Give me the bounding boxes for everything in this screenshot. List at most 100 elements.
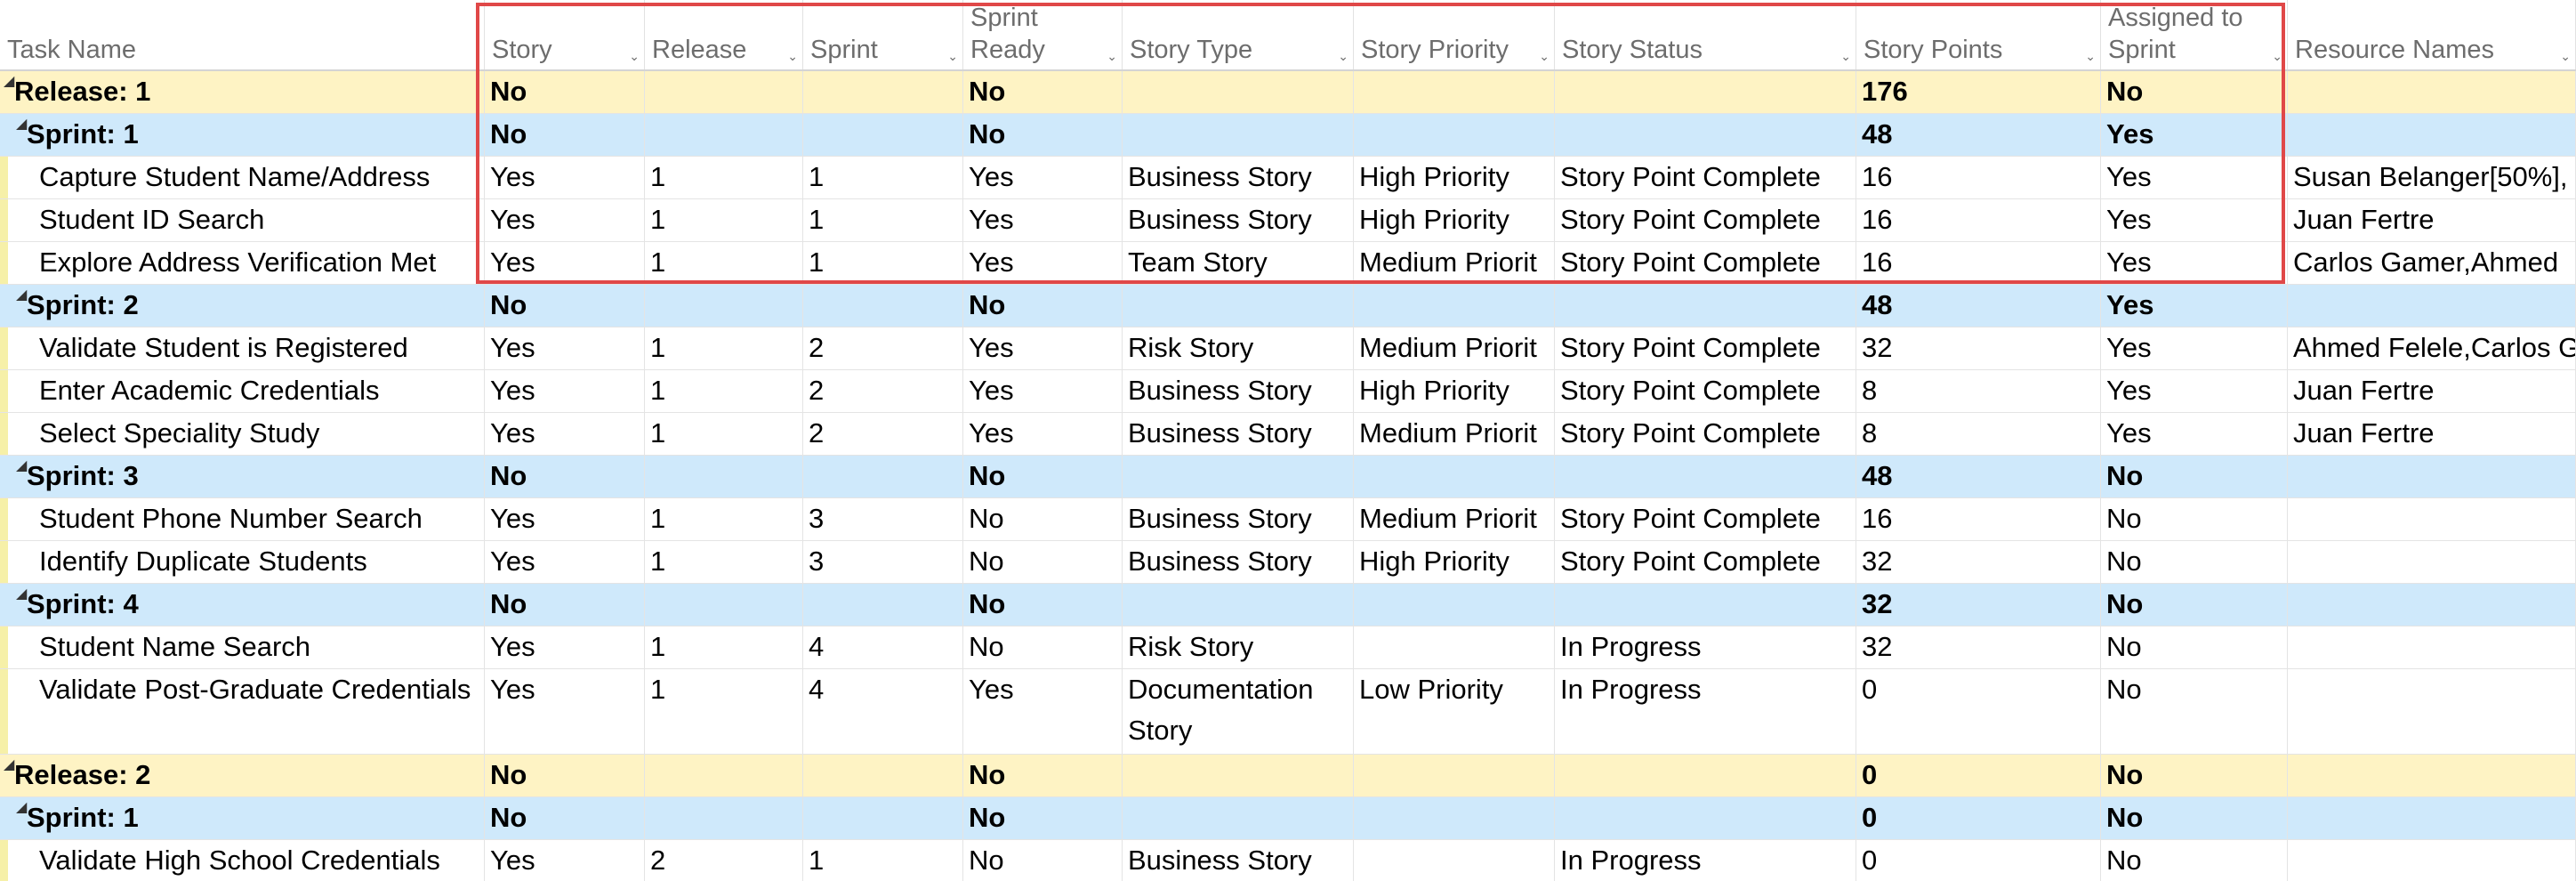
column-header-assigned[interactable]: Assigned to Sprint ⌄	[2101, 0, 2288, 71]
cell-task[interactable]: ◢ Sprint: 3	[0, 456, 485, 497]
cell-task[interactable]: Capture Student Name/Address	[0, 157, 485, 198]
cell-priority[interactable]	[1354, 456, 1555, 497]
cell-resources[interactable]	[2288, 669, 2576, 754]
cell-type[interactable]: Business Story	[1123, 157, 1354, 198]
sprint-summary-row[interactable]: ◢ Sprint: 4 No No 32 No	[0, 584, 2576, 626]
cell-priority[interactable]: Medium Priorit	[1354, 498, 1555, 540]
cell-priority[interactable]	[1354, 285, 1555, 327]
cell-assigned[interactable]: Yes	[2101, 413, 2288, 455]
cell-release[interactable]: 1	[645, 626, 803, 668]
cell-priority[interactable]: Low Priority	[1354, 669, 1555, 754]
cell-points[interactable]: 48	[1856, 456, 2101, 497]
cell-task[interactable]: Validate Post-Graduate Credentials	[0, 669, 485, 754]
task-row[interactable]: Validate High School Credentials Yes 2 1 No B…	[0, 840, 2576, 881]
cell-assigned[interactable]: No	[2101, 456, 2288, 497]
cell-resources[interactable]	[2288, 584, 2576, 626]
column-header-story[interactable]: Story ⌄	[485, 0, 645, 71]
cell-sprint[interactable]	[803, 456, 963, 497]
cell-story[interactable]: Yes	[485, 370, 645, 412]
task-row[interactable]: Explore Address Verification Met Yes 1 1 Yes…	[0, 242, 2576, 285]
cell-resources[interactable]: Juan Fertre	[2288, 413, 2576, 455]
cell-points[interactable]: 16	[1856, 199, 2101, 241]
cell-type[interactable]: Documentation Story	[1123, 669, 1354, 754]
column-header-status[interactable]: Story Status ⌄	[1555, 0, 1856, 71]
column-menu-arrow-icon[interactable]: ⌄	[2272, 50, 2282, 62]
cell-sprint[interactable]	[803, 114, 963, 156]
cell-resources[interactable]	[2288, 541, 2576, 583]
cell-ready[interactable]: No	[963, 114, 1123, 156]
cell-status[interactable]: In Progress	[1555, 626, 1856, 668]
cell-resources[interactable]: Juan Fertre	[2288, 370, 2576, 412]
cell-assigned[interactable]: No	[2101, 626, 2288, 668]
cell-story[interactable]: No	[485, 755, 645, 796]
cell-story[interactable]: Yes	[485, 626, 645, 668]
cell-task[interactable]: Student ID Search	[0, 199, 485, 241]
cell-assigned[interactable]: No	[2101, 669, 2288, 754]
cell-priority[interactable]	[1354, 797, 1555, 839]
cell-status[interactable]	[1555, 71, 1856, 113]
cell-release[interactable]: 1	[645, 541, 803, 583]
cell-assigned[interactable]: No	[2101, 840, 2288, 881]
cell-ready[interactable]: Yes	[963, 327, 1123, 369]
column-menu-arrow-icon[interactable]: ⌄	[2085, 50, 2096, 62]
cell-type[interactable]: Business Story	[1123, 541, 1354, 583]
sprint-summary-row[interactable]: ◢ Sprint: 1 No No 48 Yes	[0, 114, 2576, 157]
column-menu-arrow-icon[interactable]: ⌄	[1107, 50, 1117, 62]
release-summary-row[interactable]: ◢ Release: 2 No No 0 No	[0, 755, 2576, 797]
cell-story[interactable]: Yes	[485, 242, 645, 284]
cell-points[interactable]: 0	[1856, 840, 2101, 881]
cell-ready[interactable]: No	[963, 626, 1123, 668]
cell-release[interactable]	[645, 797, 803, 839]
cell-release[interactable]: 1	[645, 327, 803, 369]
cell-task[interactable]: Explore Address Verification Met	[0, 242, 485, 284]
cell-status[interactable]: Story Point Complete	[1555, 498, 1856, 540]
task-row[interactable]: Student ID Search Yes 1 1 Yes Business Story H…	[0, 199, 2576, 242]
task-row[interactable]: Enter Academic Credentials Yes 1 2 Yes Busine…	[0, 370, 2576, 413]
cell-points[interactable]: 8	[1856, 370, 2101, 412]
cell-task[interactable]: ◢ Sprint: 1	[0, 797, 485, 839]
cell-release[interactable]	[645, 114, 803, 156]
cell-ready[interactable]: No	[963, 456, 1123, 497]
column-menu-arrow-icon[interactable]: ⌄	[1539, 50, 1550, 62]
cell-task[interactable]: Enter Academic Credentials	[0, 370, 485, 412]
cell-status[interactable]	[1555, 797, 1856, 839]
cell-type[interactable]: Risk Story	[1123, 626, 1354, 668]
cell-story[interactable]: Yes	[485, 199, 645, 241]
cell-priority[interactable]	[1354, 584, 1555, 626]
cell-sprint[interactable]	[803, 755, 963, 796]
cell-ready[interactable]: No	[963, 71, 1123, 113]
cell-points[interactable]: 32	[1856, 541, 2101, 583]
cell-points[interactable]: 48	[1856, 114, 2101, 156]
cell-task[interactable]: Identify Duplicate Students	[0, 541, 485, 583]
cell-status[interactable]: In Progress	[1555, 669, 1856, 754]
task-row[interactable]: Student Name Search Yes 1 4 No Risk Story In P…	[0, 626, 2576, 669]
release-summary-row[interactable]: ◢ Release: 1 No No 176 No	[0, 71, 2576, 114]
cell-assigned[interactable]: Yes	[2101, 157, 2288, 198]
cell-story[interactable]: No	[485, 456, 645, 497]
cell-ready[interactable]: Yes	[963, 199, 1123, 241]
cell-assigned[interactable]: No	[2101, 755, 2288, 796]
sprint-summary-row[interactable]: ◢ Sprint: 2 No No 48 Yes	[0, 285, 2576, 327]
cell-story[interactable]: Yes	[485, 327, 645, 369]
task-row[interactable]: Student Phone Number Search Yes 1 3 No Busine…	[0, 498, 2576, 541]
cell-task[interactable]: ◢ Sprint: 2	[0, 285, 485, 327]
task-row[interactable]: Validate Post-Graduate Credentials Yes 1 4 Y…	[0, 669, 2576, 755]
cell-sprint[interactable]: 2	[803, 413, 963, 455]
cell-type[interactable]	[1123, 584, 1354, 626]
collapse-toggle-icon[interactable]: ◢	[16, 801, 27, 815]
cell-release[interactable]	[645, 584, 803, 626]
cell-status[interactable]	[1555, 584, 1856, 626]
cell-sprint[interactable]: 4	[803, 669, 963, 754]
cell-assigned[interactable]: No	[2101, 541, 2288, 583]
collapse-toggle-icon[interactable]: ◢	[4, 75, 14, 89]
cell-release[interactable]: 1	[645, 242, 803, 284]
cell-assigned[interactable]: No	[2101, 71, 2288, 113]
cell-points[interactable]: 0	[1856, 669, 2101, 754]
cell-release[interactable]: 1	[645, 157, 803, 198]
cell-release[interactable]	[645, 285, 803, 327]
cell-ready[interactable]: Yes	[963, 669, 1123, 754]
cell-release[interactable]: 1	[645, 199, 803, 241]
cell-points[interactable]: 0	[1856, 755, 2101, 796]
cell-assigned[interactable]: Yes	[2101, 199, 2288, 241]
cell-type[interactable]: Risk Story	[1123, 327, 1354, 369]
